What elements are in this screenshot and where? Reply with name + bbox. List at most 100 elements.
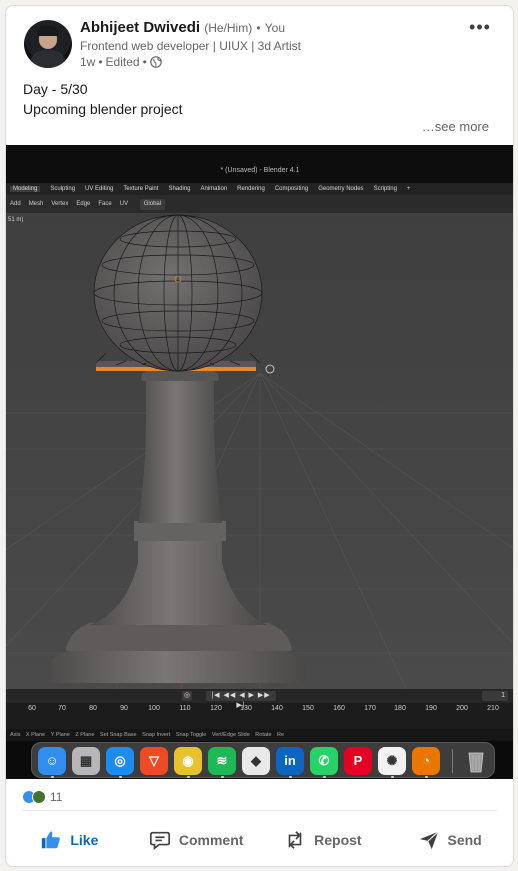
repost-button[interactable]: Repost: [260, 818, 387, 862]
blender-viewport-header: Add Mesh Vertex Edge Face UV Global: [6, 195, 513, 213]
post-text-line: Day - 5/30: [23, 81, 88, 97]
timeline-tick: 100: [148, 705, 160, 712]
avatar[interactable]: [24, 20, 72, 68]
dock-separator: [452, 749, 453, 773]
status-item: Rotate: [255, 732, 272, 738]
timeline-tick: 120: [210, 705, 222, 712]
status-item: Z Plane: [75, 732, 95, 738]
timeline-tick: 80: [89, 705, 97, 712]
app-glyph: ◎: [114, 753, 126, 768]
app-glyph: ◔: [422, 753, 430, 768]
running-indicator: [187, 776, 190, 778]
send-button[interactable]: Send: [386, 818, 513, 862]
pinterest-icon[interactable]: P: [344, 747, 372, 775]
timeline-controls: ◎ |◀ ◀◀ ◀ ▶ ▶▶ ▶| 1: [6, 689, 513, 709]
spotify-icon[interactable]: ≋: [208, 747, 236, 775]
status-item: Snap Invert: [142, 732, 171, 738]
app-glyph: ◆: [251, 753, 261, 768]
timeline-tick: 130: [240, 705, 252, 712]
keyframe-icon[interactable]: ◎: [182, 691, 192, 701]
reaction-count[interactable]: 11: [50, 790, 62, 804]
workspace-tab[interactable]: Scripting: [374, 186, 397, 192]
separator-dot: •: [256, 21, 261, 35]
chatgpt-icon[interactable]: ✺: [378, 747, 406, 775]
post-image[interactable]: * (Unsaved) - Blender 4.1 Modeling Sculpt…: [6, 145, 513, 779]
timeline-tick: 200: [456, 705, 468, 712]
separator-dot: •: [142, 55, 147, 69]
app-glyph: in: [284, 753, 296, 768]
author-name-line: Abhijeet Dwivedi (He/Him) • You: [80, 18, 301, 38]
app-glyph: ☺: [45, 753, 59, 768]
macos-dock: ☺ ▦ ◎ ▽ ◉ ≋ ◆ in ✆ P ✺ ◔: [31, 742, 495, 778]
keynote-icon[interactable]: ◆: [242, 747, 270, 775]
comment-label: Comment: [178, 832, 244, 848]
whatsapp-icon[interactable]: ✆: [310, 747, 338, 775]
workspace-tab[interactable]: Sculpting: [50, 186, 75, 192]
app-glyph: ✺: [386, 753, 398, 768]
viewport-menu[interactable]: Mesh: [29, 201, 44, 207]
post-header: Abhijeet Dwivedi (He/Him) • You Frontend…: [24, 18, 499, 76]
post-card: Abhijeet Dwivedi (He/Him) • You Frontend…: [5, 5, 514, 867]
workspace-tab[interactable]: Animation: [200, 186, 227, 192]
workspace-tab[interactable]: Compositing: [275, 186, 308, 192]
viewport-menu[interactable]: UV: [120, 201, 128, 207]
author-headline: Frontend web developer | UIUX | 3d Artis…: [80, 39, 302, 53]
timeline-tick: 180: [394, 705, 406, 712]
status-item: Re: [277, 732, 285, 738]
blender-3d-viewport[interactable]: 51 m): [6, 213, 513, 689]
chrome-icon[interactable]: ◉: [174, 747, 202, 775]
status-item: Set Snap Base: [99, 732, 137, 738]
see-more-link[interactable]: …see more: [422, 119, 489, 134]
post-timestamp: 1w • Edited •: [80, 54, 301, 70]
send-label: Send: [447, 832, 482, 848]
trash-icon[interactable]: [462, 747, 490, 775]
like-button[interactable]: Like: [6, 818, 133, 862]
divider: [22, 810, 497, 811]
transform-orientation-dropdown[interactable]: Global: [139, 199, 166, 210]
running-indicator: [119, 776, 122, 778]
comment-button[interactable]: Comment: [133, 818, 260, 862]
relationship-label: You: [264, 21, 285, 35]
timeline-tick: 110: [179, 705, 191, 712]
blender-icon[interactable]: ◔: [412, 747, 440, 775]
author-meta: Abhijeet Dwivedi (He/Him) • You Frontend…: [80, 18, 301, 70]
post-age: 1w: [80, 55, 96, 69]
reactions-summary[interactable]: 11: [22, 788, 62, 806]
blender-workspace-tabs: Modeling Sculpting UV Editing Texture Paint…: [6, 183, 513, 195]
timeline-tick: 90: [120, 705, 128, 712]
blender-window-title: * (Unsaved) - Blender 4.1: [220, 167, 300, 174]
status-item: Snap Toggle: [175, 732, 207, 738]
blender-title-bar: * (Unsaved) - Blender 4.1: [6, 145, 513, 183]
workspace-tab[interactable]: UV Editing: [85, 186, 113, 192]
viewport-menu[interactable]: Edge: [76, 201, 90, 207]
workspace-tab[interactable]: Modeling: [10, 186, 41, 192]
add-workspace-button[interactable]: +: [407, 186, 411, 192]
author-pronouns: (He/Him): [204, 21, 253, 35]
more-horizontal-icon[interactable]: •••: [469, 18, 491, 38]
viewport-menu[interactable]: Face: [98, 201, 111, 207]
running-indicator: [289, 776, 292, 778]
comment-icon: [149, 831, 170, 850]
viewport-info: 51 m): [8, 217, 24, 223]
blender-timeline[interactable]: ◎ |◀ ◀◀ ◀ ▶ ▶▶ ▶| 1 60 70 80 90 100 110 …: [6, 689, 513, 729]
author-name[interactable]: Abhijeet Dwivedi: [80, 19, 200, 36]
app-glyph: ≋: [216, 753, 228, 768]
workspace-tab[interactable]: Texture Paint: [123, 186, 158, 192]
trash-can-graphic: [468, 752, 484, 773]
current-frame-field[interactable]: 1: [482, 691, 508, 701]
celebrate-reaction-icon: [32, 790, 46, 804]
finder-icon[interactable]: ☺: [38, 747, 66, 775]
linkedin-icon[interactable]: in: [276, 747, 304, 775]
brave-icon[interactable]: ▽: [140, 747, 168, 775]
status-item: X Plane: [25, 732, 46, 738]
viewport-menu[interactable]: Vertex: [51, 201, 68, 207]
workspace-tab[interactable]: Shading: [168, 186, 190, 192]
thumbs-up-icon: [42, 831, 61, 849]
playback-controls[interactable]: |◀ ◀◀ ◀ ▶ ▶▶ ▶|: [206, 691, 276, 709]
workspace-tab[interactable]: Geometry Nodes: [318, 186, 363, 192]
viewport-menu[interactable]: Add: [10, 201, 21, 207]
launchpad-icon[interactable]: ▦: [72, 747, 100, 775]
workspace-tab[interactable]: Rendering: [237, 186, 265, 192]
timeline-ticks: 60 70 80 90 100 110 120 130 140 150 160 …: [6, 705, 513, 717]
safari-icon[interactable]: ◎: [106, 747, 134, 775]
